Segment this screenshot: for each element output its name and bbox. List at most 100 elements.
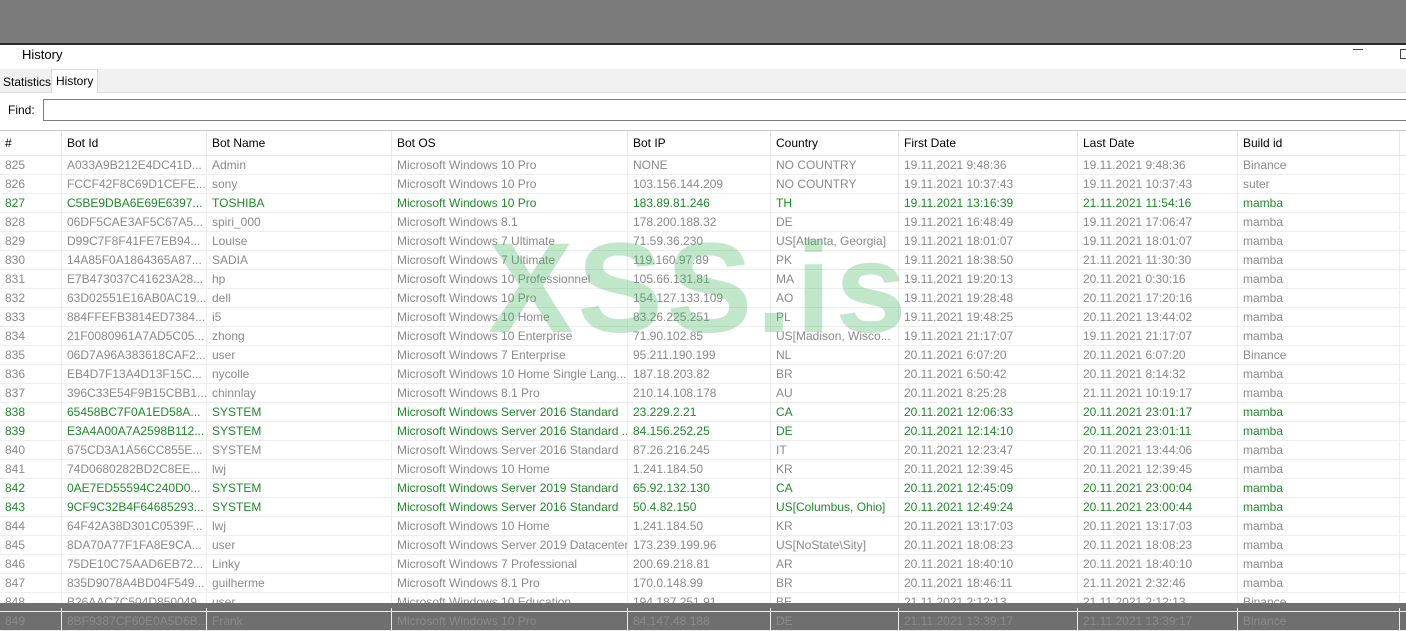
cell-number: 825 (0, 156, 62, 174)
tab-statistics[interactable]: Statistics (0, 72, 54, 92)
table-row[interactable]: 838 65458BC7F0A1ED58A... SYSTEM Microsoft W… (0, 403, 1406, 422)
cell-build-id: mamba (1238, 403, 1400, 421)
cell-first-date: 19.11.2021 9:48:36 (899, 156, 1078, 174)
minimize-icon[interactable] (1353, 49, 1363, 50)
cell-bot-ip: 210.14.108.178 (628, 384, 771, 402)
cell-bot-os: Microsoft Windows 10 Pro (392, 612, 628, 630)
cell-last-date: 20.11.2021 18:08:23 (1078, 536, 1238, 554)
cell-country: PL (771, 308, 899, 326)
cell-country: CA (771, 403, 899, 421)
cell-first-date: 20.11.2021 12:49:24 (899, 498, 1078, 516)
cell-number: 846 (0, 555, 62, 573)
cell-bot-id: 74D0680282BD2C8EE... (62, 460, 207, 478)
table-row[interactable]: 836 EB4D7F13A4D13F15C... nycolle Microsoft … (0, 365, 1406, 384)
cell-bot-os: Microsoft Windows 7 Enterprise (392, 346, 628, 364)
cell-bot-name: SADIA (207, 251, 392, 269)
cell-build-id: mamba (1238, 232, 1400, 250)
table-row[interactable]: 843 9CF9C32B4F64685293... SYSTEM Microsoft … (0, 498, 1406, 517)
table-row[interactable]: 832 63D02551E16AB0AC19... dell Microsoft Wi… (0, 289, 1406, 308)
cell-bot-name: user (207, 593, 392, 611)
cell-bot-ip: 23.229.2.21 (628, 403, 771, 421)
cell-bot-id: 0AE7ED55594C240D0... (62, 479, 207, 497)
cell-country: US[NoState\Sity] (771, 536, 899, 554)
cell-bot-name: chinnlay (207, 384, 392, 402)
cell-bot-name: SYSTEM (207, 498, 392, 516)
header-col-number[interactable]: # (0, 131, 62, 155)
window-bottom-edge (0, 603, 1406, 608)
cell-last-date: 20.11.2021 12:39:45 (1078, 460, 1238, 478)
cell-number: 843 (0, 498, 62, 516)
table-row[interactable]: 825 A033A9B212E4DC41D... Admin Microsoft Wi… (0, 156, 1406, 175)
header-col-bot-ip[interactable]: Bot IP (628, 131, 771, 155)
cell-first-date: 19.11.2021 19:20:13 (899, 270, 1078, 288)
cell-bot-name: SYSTEM (207, 422, 392, 440)
cell-last-date: 20.11.2021 0:30:16 (1078, 270, 1238, 288)
header-col-build-id[interactable]: Build id (1238, 131, 1400, 155)
cell-last-date: 20.11.2021 13:17:03 (1078, 517, 1238, 535)
cell-bot-id: C5BE9DBA6E69E6397... (62, 194, 207, 212)
cell-bot-id: 835D9078A4BD04F549... (62, 574, 207, 592)
table-row[interactable]: 840 675CD3A1A56CC855E... SYSTEM Microsoft W… (0, 441, 1406, 460)
table-row[interactable]: 833 884FFEFB3814ED7384... i5 Microsoft Wind… (0, 308, 1406, 327)
maximize-icon[interactable] (1400, 49, 1406, 59)
cell-number: 827 (0, 194, 62, 212)
cell-bot-ip: 1.241.184.50 (628, 460, 771, 478)
table-row[interactable]: 830 14A85F0A1864365A87... SADIA Microsoft W… (0, 251, 1406, 270)
header-col-bot-os[interactable]: Bot OS (392, 131, 628, 155)
cell-bot-ip: 173.239.199.96 (628, 536, 771, 554)
cell-bot-name: spiri_000 (207, 213, 392, 231)
cell-bot-os: Microsoft Windows 10 Professionnel (392, 270, 628, 288)
tab-history[interactable]: History (51, 69, 99, 93)
cell-country: NL (771, 346, 899, 364)
cell-build-id: Binance (1238, 346, 1400, 364)
table-row[interactable]: 844 64F42A38D301C0539F... lwj Microsoft Win… (0, 517, 1406, 536)
cell-number: 829 (0, 232, 62, 250)
cell-bot-name: lwj (207, 517, 392, 535)
cell-country: DE (771, 612, 899, 630)
table-row[interactable]: 847 835D9078A4BD04F549... guilherme Microso… (0, 574, 1406, 593)
cell-bot-id: FCCF42F8C69D1CEFE... (62, 175, 207, 193)
table-row[interactable]: 842 0AE7ED55594C240D0... SYSTEM Microsoft W… (0, 479, 1406, 498)
cell-bot-id: 8BF9387CF60E0A5D6B... (62, 612, 207, 630)
table-row[interactable]: 829 D99C7F8F41FE7EB94... Louise Microsoft W… (0, 232, 1406, 251)
cell-last-date: 21.11.2021 2:12:13 (1078, 593, 1238, 611)
cell-bot-ip: 119.160.97.89 (628, 251, 771, 269)
cell-bot-os: Microsoft Windows 7 Ultimate (392, 251, 628, 269)
find-input[interactable] (43, 99, 1406, 121)
cell-first-date: 19.11.2021 19:28:48 (899, 289, 1078, 307)
table-row[interactable]: 849 8BF9387CF60E0A5D6B... Frank Microsoft W… (0, 612, 1406, 631)
table-row[interactable]: 827 C5BE9DBA6E69E6397... TOSHIBA Microsoft … (0, 194, 1406, 213)
cell-bot-name: Linky (207, 555, 392, 573)
table-row[interactable]: 826 FCCF42F8C69D1CEFE... sony Microsoft Win… (0, 175, 1406, 194)
table-row[interactable]: 828 06DF5CAE3AF5C67A5... spiri_000 Microsof… (0, 213, 1406, 232)
cell-build-id: mamba (1238, 460, 1400, 478)
cell-country: KR (771, 460, 899, 478)
header-col-first-date[interactable]: First Date (899, 131, 1078, 155)
table-row[interactable]: 846 75DE10C75AAD6EB72... Linky Microsoft Wi… (0, 555, 1406, 574)
cell-bot-id: EB4D7F13A4D13F15C... (62, 365, 207, 383)
cell-build-id: mamba (1238, 251, 1400, 269)
cell-country: AO (771, 289, 899, 307)
header-col-bot-id[interactable]: Bot Id (62, 131, 207, 155)
cell-country: BR (771, 365, 899, 383)
cell-last-date: 20.11.2021 17:20:16 (1078, 289, 1238, 307)
cell-first-date: 19.11.2021 18:01:07 (899, 232, 1078, 250)
header-col-last-date[interactable]: Last Date (1078, 131, 1238, 155)
table-row[interactable]: 841 74D0680282BD2C8EE... lwj Microsoft Wind… (0, 460, 1406, 479)
header-col-country[interactable]: Country (771, 131, 899, 155)
table-row[interactable]: 834 21F0080961A7AD5C05... zhong Microsoft W… (0, 327, 1406, 346)
cell-country: DE (771, 213, 899, 231)
table-row[interactable]: 845 8DA70A77F1FA8E9CA... user Microsoft Win… (0, 536, 1406, 555)
table-row[interactable]: 831 E7B473037C41623A28... hp Microsoft Wind… (0, 270, 1406, 289)
table-row[interactable]: 835 06D7A96A383618CAF2... user Microsoft Wi… (0, 346, 1406, 365)
table-row[interactable]: 839 E3A4A00A7A2598B112... SYSTEM Microsoft … (0, 422, 1406, 441)
header-col-bot-name[interactable]: Bot Name (207, 131, 392, 155)
window-title: History (22, 47, 63, 62)
cell-build-id: mamba (1238, 289, 1400, 307)
table-row[interactable]: 837 396C33E54F9B15CBB1... chinnlay Microsof… (0, 384, 1406, 403)
cell-build-id: mamba (1238, 365, 1400, 383)
cell-bot-os: Microsoft Windows 10 Home (392, 460, 628, 478)
cell-number: 837 (0, 384, 62, 402)
cell-bot-ip: 105.66.131.81 (628, 270, 771, 288)
cell-bot-id: 63D02551E16AB0AC19... (62, 289, 207, 307)
